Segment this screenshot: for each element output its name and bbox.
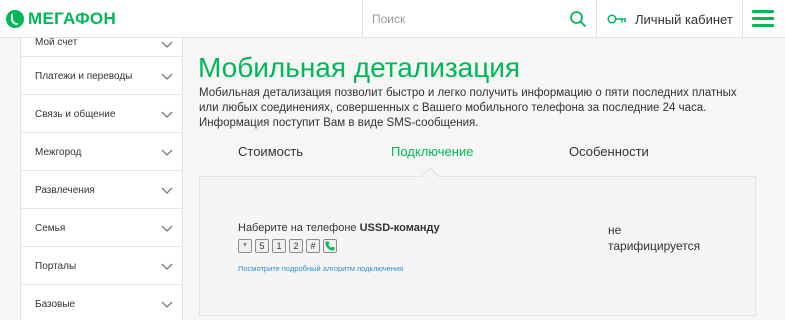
sidebar-item-label: Межгород	[35, 147, 82, 158]
sidebar-item-basic[interactable]: Базовые	[21, 285, 182, 320]
sidebar-item-label: Мой счет	[35, 38, 78, 48]
sidebar-item-payments[interactable]: Платежи и переводы	[21, 57, 182, 95]
sidebar-item-label: Семья	[35, 223, 66, 234]
megafon-logo[interactable]: МЕГАФОН	[6, 9, 116, 29]
page-description: Мобильная детализация позволит быстро и …	[199, 87, 737, 129]
page-title: Мобильная детализация	[198, 52, 521, 83]
megafon-logo-icon	[6, 10, 24, 28]
search-placeholder: Поиск	[372, 12, 406, 26]
chevron-down-icon	[161, 301, 173, 308]
chevron-down-icon	[161, 263, 173, 270]
key-2: 2	[289, 239, 303, 253]
sidebar-item-family[interactable]: Семья	[21, 209, 182, 247]
call-key	[323, 239, 337, 253]
sidebar-item-label: Связь и общение	[35, 109, 116, 120]
personal-cabinet-link[interactable]: Личный кабинет	[598, 0, 743, 38]
sidebar-item-entertainment[interactable]: Развлечения	[21, 171, 182, 209]
cabinet-label: Личный кабинет	[635, 11, 733, 27]
chevron-down-icon	[161, 73, 173, 80]
sidebar-item-label: Платежи и переводы	[35, 71, 133, 82]
key-5: 5	[255, 239, 269, 253]
sidebar: Мой счет Платежи и переводы Связь и обще…	[20, 38, 183, 320]
sidebar-item-label: Порталы	[35, 261, 77, 272]
sidebar-item-portals[interactable]: Порталы	[21, 247, 182, 285]
chevron-down-icon	[161, 149, 173, 156]
phone-call-icon	[325, 241, 335, 251]
hamburger-menu-icon[interactable]	[752, 10, 774, 28]
chevron-down-icon	[161, 41, 173, 48]
search-input[interactable]: Поиск	[362, 0, 597, 38]
ussd-instruction: Наберите на телефоне USSD-команду	[238, 222, 440, 234]
tab-connection[interactable]: Подключение	[391, 144, 473, 159]
ussd-command-label: USSD-команду	[359, 222, 440, 234]
tab-cost[interactable]: Стоимость	[238, 144, 303, 159]
chevron-down-icon	[161, 225, 173, 232]
cost-line-2: тарифицируется	[608, 239, 701, 253]
ussd-keys: * 5 1 2 #	[238, 239, 340, 253]
chevron-down-icon	[161, 111, 173, 118]
header: МЕГАФОН Поиск Личный кабинет	[0, 0, 785, 38]
cost-note: не тарифицируется	[608, 222, 738, 254]
key-icon	[607, 14, 626, 24]
ussd-prefix: Наберите на телефоне	[238, 222, 360, 234]
search-icon[interactable]	[569, 10, 587, 28]
connection-algorithm-link[interactable]: Посмотрите подробный алгоритм подключени…	[238, 264, 403, 273]
sidebar-item-label: Базовые	[35, 299, 76, 310]
key-1: 1	[272, 239, 286, 253]
chevron-down-icon	[161, 187, 173, 194]
sidebar-item-label: Развлечения	[35, 185, 95, 196]
logo-text: МЕГАФОН	[28, 9, 117, 28]
cost-line-1: не	[608, 223, 622, 237]
key-star: *	[238, 239, 252, 253]
sidebar-item-my-account[interactable]: Мой счет	[21, 38, 182, 57]
tab-features[interactable]: Особенности	[569, 144, 649, 159]
key-hash: #	[306, 239, 320, 253]
sidebar-item-communication[interactable]: Связь и общение	[21, 95, 182, 133]
sidebar-item-intercity[interactable]: Межгород	[21, 133, 182, 171]
